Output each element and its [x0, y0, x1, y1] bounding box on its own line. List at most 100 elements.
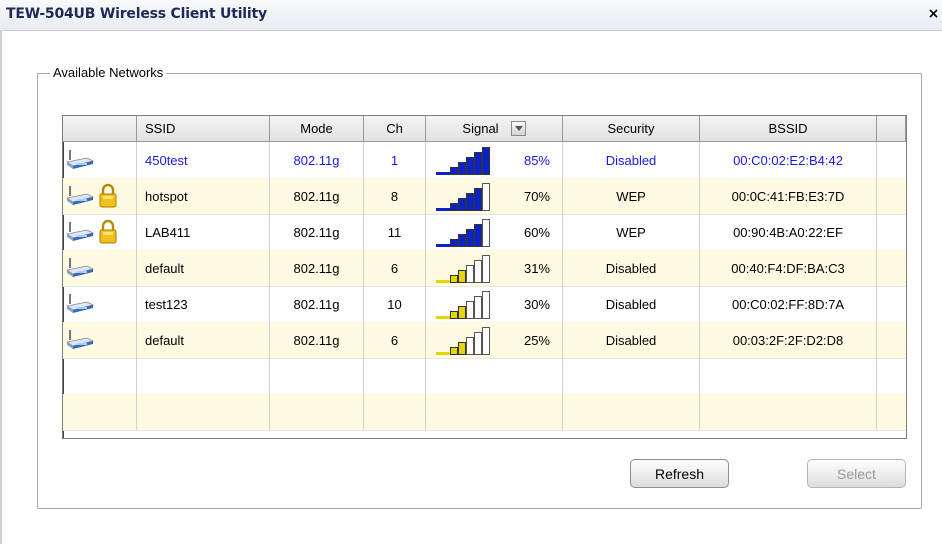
column-header-bssid[interactable]: BSSID [700, 116, 877, 141]
extra-cell [877, 286, 906, 322]
network-adapter-icon [65, 220, 95, 244]
channel-cell: 6 [364, 250, 426, 286]
ssid-cell: default [137, 250, 270, 286]
empty-cell [137, 358, 270, 394]
table-row[interactable]: hotspot 802.11g 8 70% WEP 00:0C:41:FB:E3:7D [63, 178, 906, 215]
signal-bar [450, 347, 458, 355]
signal-bar [482, 147, 490, 175]
ssid-cell: default [137, 322, 270, 358]
group-label: Available Networks [50, 65, 167, 80]
bssid-cell: 00:C0:02:FF:8D:7A [700, 286, 877, 322]
bssid-cell: 00:03:2F:2F:D2:D8 [700, 322, 877, 358]
signal-strength-icon [436, 217, 492, 247]
empty-cell [700, 394, 877, 430]
signal-bar [474, 152, 482, 175]
mode-cell: 802.11g [270, 250, 364, 286]
network-icon-cell [63, 250, 137, 286]
empty-cell [877, 358, 906, 394]
table-row[interactable]: default 802.11g 6 31% Disabled 00:40:F4:DF:BA… [63, 250, 906, 287]
mode-cell: 802.11g [270, 286, 364, 322]
signal-percent: 31% [523, 260, 550, 276]
signal-bar [466, 265, 474, 283]
ssid-cell: LAB411 [137, 214, 270, 250]
select-button[interactable]: Select [807, 459, 906, 488]
column-header-ch[interactable]: Ch [364, 116, 426, 141]
channel-cell: 8 [364, 178, 426, 214]
signal-bar [450, 203, 458, 211]
bssid-cell: 00:40:F4:DF:BA:C3 [700, 250, 877, 286]
empty-cell [364, 358, 426, 394]
signal-bar [474, 296, 482, 319]
bssid-cell: 00:0C:41:FB:E3:7D [700, 178, 877, 214]
extra-cell [877, 178, 906, 214]
channel-cell: 6 [364, 322, 426, 358]
signal-bar [482, 291, 490, 319]
security-cell: Disabled [563, 322, 700, 358]
signal-bar [458, 342, 466, 355]
ssid-cell: test123 [137, 286, 270, 322]
mode-cell: 802.11g [270, 322, 364, 358]
column-header-mode[interactable]: Mode [270, 116, 364, 141]
security-cell: Disabled [563, 142, 700, 178]
channel-cell: 1 [364, 142, 426, 178]
column-header-ssid[interactable]: SSID [137, 116, 270, 141]
table-row[interactable]: LAB411 802.11g 11 60% WEP 00:90:4B:A0:22:EF [63, 214, 906, 251]
empty-cell [270, 394, 364, 430]
table-row[interactable] [63, 358, 906, 395]
signal-bar [482, 219, 490, 247]
lock-icon [98, 183, 118, 208]
channel-cell: 11 [364, 214, 426, 250]
signal-cell: 30% [426, 286, 563, 322]
lock-icon [98, 219, 118, 244]
empty-cell [877, 394, 906, 430]
table-row[interactable]: default 802.11g 6 25% Disabled 00:03:2F:2F:D2… [63, 322, 906, 359]
title-bar: TEW-504UB Wireless Client Utility × [0, 0, 942, 31]
signal-bar [466, 337, 474, 355]
empty-cell [270, 358, 364, 394]
signal-bar [474, 332, 482, 355]
table-row[interactable]: 450test 802.11g 1 85% Disabled 00:C0:02:E2:B4… [63, 142, 906, 179]
mode-cell: 802.11g [270, 142, 364, 178]
security-cell: WEP [563, 178, 700, 214]
close-icon[interactable]: × [925, 6, 942, 23]
bssid-cell: 00:90:4B:A0:22:EF [700, 214, 877, 250]
signal-bar [458, 306, 466, 319]
network-adapter-icon [65, 256, 95, 280]
extra-cell [877, 142, 906, 178]
signal-header-label: Signal [462, 121, 499, 136]
table-header: SSID Mode Ch Signal Security BSSID [63, 116, 906, 142]
column-header-extra[interactable] [877, 116, 906, 141]
security-cell: Disabled [563, 250, 700, 286]
column-header-security[interactable]: Security [563, 116, 700, 141]
empty-cell [700, 358, 877, 394]
network-adapter-icon [65, 328, 95, 352]
signal-percent: 85% [523, 152, 550, 168]
empty-cell [563, 358, 700, 394]
network-icon-cell [63, 286, 137, 322]
empty-cell [63, 394, 137, 430]
security-cell: Disabled [563, 286, 700, 322]
sort-dropdown-icon[interactable] [510, 121, 526, 136]
mode-cell: 802.11g [270, 214, 364, 250]
empty-cell [63, 358, 137, 394]
signal-percent: 25% [523, 332, 550, 348]
refresh-button[interactable]: Refresh [630, 459, 729, 488]
empty-cell [563, 394, 700, 430]
signal-percent: 60% [523, 224, 550, 240]
signal-bar [474, 260, 482, 283]
network-icon-cell [63, 322, 137, 358]
signal-bar [458, 162, 466, 175]
column-header-signal[interactable]: Signal [426, 116, 563, 141]
column-header-icon[interactable] [63, 116, 137, 141]
signal-bar [458, 234, 466, 247]
table-row[interactable] [63, 394, 906, 431]
signal-cell: 85% [426, 142, 563, 178]
table-row[interactable]: test123 802.11g 10 30% Disabled 00:C0:02:FF:8… [63, 286, 906, 323]
signal-percent: 30% [523, 296, 550, 312]
network-icon-cell [63, 178, 137, 214]
signal-cell: 60% [426, 214, 563, 250]
networks-table[interactable]: SSID Mode Ch Signal Security BSSID 450te… [62, 115, 907, 439]
signal-bar [474, 188, 482, 211]
network-icon-cell [63, 142, 137, 178]
extra-cell [877, 322, 906, 358]
